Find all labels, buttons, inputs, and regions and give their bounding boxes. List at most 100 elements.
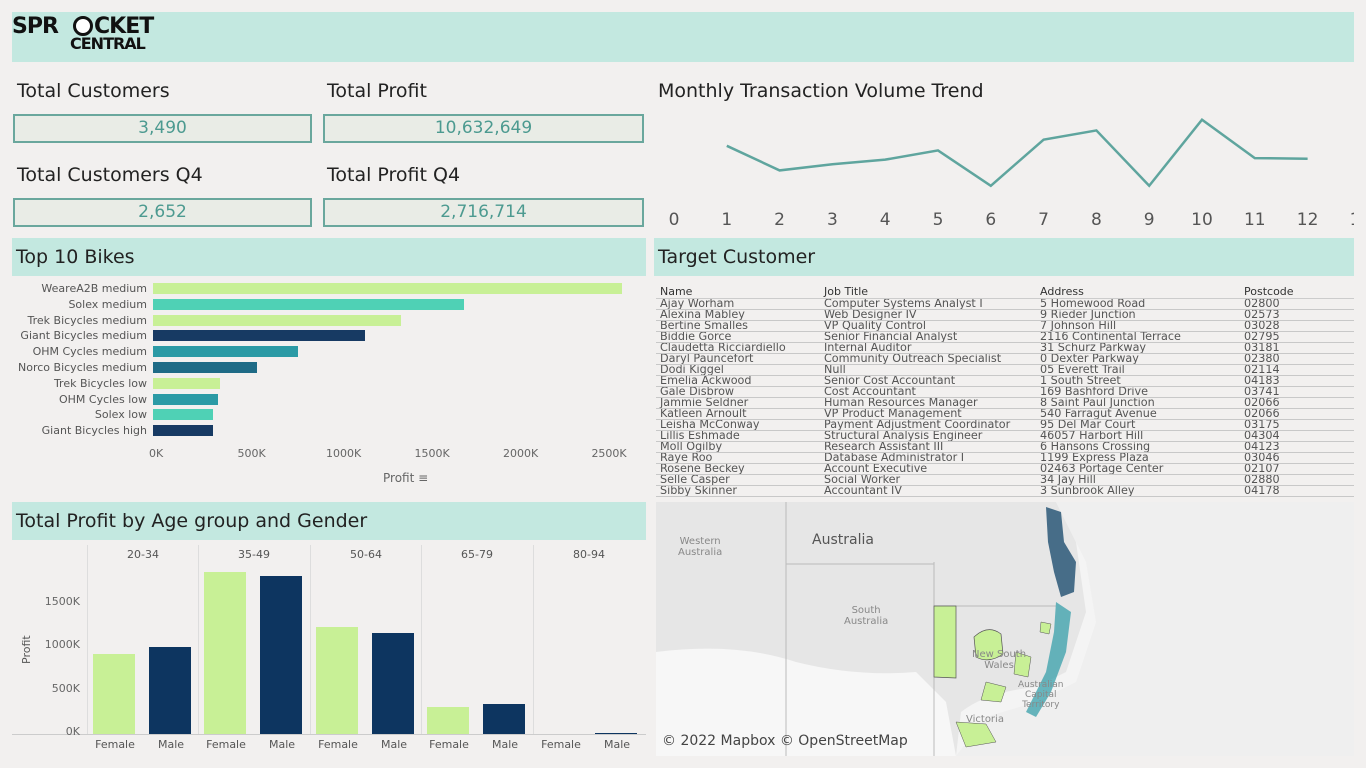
table-header-address[interactable]: Address xyxy=(1036,285,1240,299)
bike-x-tick: 0K xyxy=(149,447,164,460)
table-row[interactable]: Lillis Eshmade Structural Analysis Engine… xyxy=(656,430,1354,442)
table-cell: Human Resources Manager xyxy=(820,397,1036,409)
table-row[interactable]: Moll Ogilby Research Assistant III 6 Hanso… xyxy=(656,441,1354,453)
trend-x-tick: 0 xyxy=(669,210,680,230)
bike-x-tick: 1000K xyxy=(325,447,362,460)
age-axis-baseline xyxy=(12,734,646,735)
table-cell: Research Assistant III xyxy=(820,441,1036,453)
gender-label-male: Male xyxy=(157,738,185,751)
table-row[interactable]: Emelia Ackwood Senior Cost Accountant 1 So… xyxy=(656,375,1354,387)
table-cell: 03741 xyxy=(1240,386,1354,398)
map-shapes xyxy=(656,502,1354,756)
gender-label-male: Male xyxy=(491,738,519,751)
table-cell: 03028 xyxy=(1240,320,1354,332)
table-cell: Gale Disbrow xyxy=(656,386,820,398)
gender-label-female: Female xyxy=(318,738,358,751)
table-cell: 02380 xyxy=(1240,353,1354,365)
table-cell: Social Worker xyxy=(820,474,1036,486)
bike-x-tick: 2000K xyxy=(502,447,539,460)
header-banner xyxy=(12,12,1354,62)
female-bar xyxy=(204,572,246,734)
map-label-south-australia: South Australia xyxy=(844,605,889,627)
table-cell: 04183 xyxy=(1240,375,1354,387)
table-cell: 2116 Continental Terrace xyxy=(1036,331,1240,343)
map-attribution[interactable]: © 2022 Mapbox © OpenStreetMap xyxy=(662,733,908,749)
kpi-total-customers-q4-label: Total Customers Q4 xyxy=(17,164,203,186)
bike-label: WeareA2B medium xyxy=(41,282,147,295)
table-cell: Emelia Ackwood xyxy=(656,375,820,387)
table-cell: 02880 xyxy=(1240,474,1354,486)
table-row[interactable]: Leisha McConway Payment Adjustment Coordi… xyxy=(656,419,1354,431)
female-bar xyxy=(427,707,469,734)
age-group-divider xyxy=(87,565,88,735)
bike-label: Solex medium xyxy=(68,297,147,311)
table-row[interactable]: Biddie Gorce Senior Financial Analyst 2116… xyxy=(656,331,1354,343)
table-cell: 05 Everett Trail xyxy=(1036,364,1240,376)
table-cell: 02573 xyxy=(1240,309,1354,321)
age-y-tick: 1000K xyxy=(44,638,80,652)
table-row[interactable]: Claudetta Ricciardiello Internal Auditor 3… xyxy=(656,342,1354,354)
age-group-header: 65-79 xyxy=(421,545,532,565)
bike-label: Trek Bicycles medium xyxy=(27,313,148,327)
age-y-tick: 0K xyxy=(65,725,80,738)
male-bar xyxy=(260,576,302,734)
logo-text-part1: SPR xyxy=(12,14,59,39)
trend-x-tick: 1 xyxy=(721,210,732,230)
table-cell: Dodi Kiggel xyxy=(656,364,820,376)
sprocket-gear-icon xyxy=(73,16,93,36)
table-cell: VP Product Management xyxy=(820,408,1036,420)
bike-label: Giant Bicycles medium xyxy=(20,329,147,343)
table-cell: Biddie Gorce xyxy=(656,331,820,343)
gender-label-female: Female xyxy=(206,738,246,751)
table-row[interactable]: Sibby Skinner Accountant IV 3 Sunbrook All… xyxy=(656,485,1354,497)
table-cell: 540 Farragut Avenue xyxy=(1036,408,1240,420)
trend-x-tick: 4 xyxy=(880,210,891,230)
table-row[interactable]: Selle Casper Social Worker 34 Jay Hill 0288… xyxy=(656,474,1354,486)
table-cell: Community Outreach Specialist xyxy=(820,353,1036,365)
table-row[interactable]: Gale Disbrow Cost Accountant 169 Bashford … xyxy=(656,386,1354,398)
kpi-total-profit-q4-value: 2,716,714 xyxy=(323,198,644,227)
table-row[interactable]: Jammie Seldner Human Resources Manager 8 S… xyxy=(656,397,1354,409)
table-header-name[interactable]: Name xyxy=(656,285,820,299)
table-cell: Moll Ogilby xyxy=(656,441,820,453)
bike-label: OHM Cycles low xyxy=(59,392,147,406)
trend-line-chart[interactable]: 012345678910111213 xyxy=(656,100,1354,230)
target-customer-table[interactable]: Name Job Title Address Postcode Ajay Worham… xyxy=(656,285,1354,497)
table-cell: Senior Financial Analyst xyxy=(820,331,1036,343)
table-cell: Selle Casper xyxy=(656,474,820,486)
top-bikes-header: Top 10 Bikes xyxy=(12,238,646,276)
trend-x-tick: 7 xyxy=(1038,210,1049,230)
age-group-divider xyxy=(533,565,534,735)
table-cell: 03175 xyxy=(1240,419,1354,431)
table-cell: Sibby Skinner xyxy=(656,485,820,497)
table-cell: 04178 xyxy=(1240,485,1354,497)
table-cell: Jammie Seldner xyxy=(656,397,820,409)
table-header-job-title[interactable]: Job Title xyxy=(820,285,1036,299)
bike-bar xyxy=(153,283,622,294)
bike-x-tick: 1500K xyxy=(414,447,450,460)
table-cell: 02107 xyxy=(1240,463,1354,475)
kpi-total-customers-label: Total Customers xyxy=(17,80,170,102)
table-row[interactable]: Raye Roo Database Administrator I 1199 Exp… xyxy=(656,452,1354,464)
table-row[interactable]: Ajay Worham Computer Systems Analyst I5 H… xyxy=(656,298,1354,310)
table-cell: Internal Auditor xyxy=(820,342,1036,354)
table-row[interactable]: Rosene Beckey Account Executive 02463 Port… xyxy=(656,463,1354,475)
table-row[interactable]: Bertine Smalles VP Quality Control 7 Johns… xyxy=(656,320,1354,332)
bike-bar xyxy=(153,425,214,437)
trend-x-tick: 13 xyxy=(1350,210,1354,230)
map-label-australia: Australia xyxy=(812,532,874,548)
table-cell: Accountant IV xyxy=(820,485,1036,497)
table-row[interactable]: Katleen Arnoult VP Product Management 540 … xyxy=(656,408,1354,420)
table-row[interactable]: Alexina Mabley Web Designer IV 9 Rieder Ju… xyxy=(656,309,1354,321)
bike-x-tick: 500K xyxy=(237,447,266,460)
table-cell: 1 South Street xyxy=(1036,375,1240,387)
bike-bar xyxy=(153,314,401,326)
age-group-divider xyxy=(198,565,199,735)
table-row[interactable]: Daryl Pauncefort Community Outreach Speci… xyxy=(656,353,1354,365)
bike-label: OHM Cycles medium xyxy=(32,345,147,359)
customer-map[interactable]: Western Australia Australia South Austra… xyxy=(656,502,1354,756)
table-row[interactable]: Dodi Kiggel Null 05 Everett Trail 02114 xyxy=(656,364,1354,376)
table-header-postcode[interactable]: Postcode xyxy=(1240,285,1354,299)
table-cell: Payment Adjustment Coordinator xyxy=(820,419,1036,431)
female-bar xyxy=(93,654,135,734)
